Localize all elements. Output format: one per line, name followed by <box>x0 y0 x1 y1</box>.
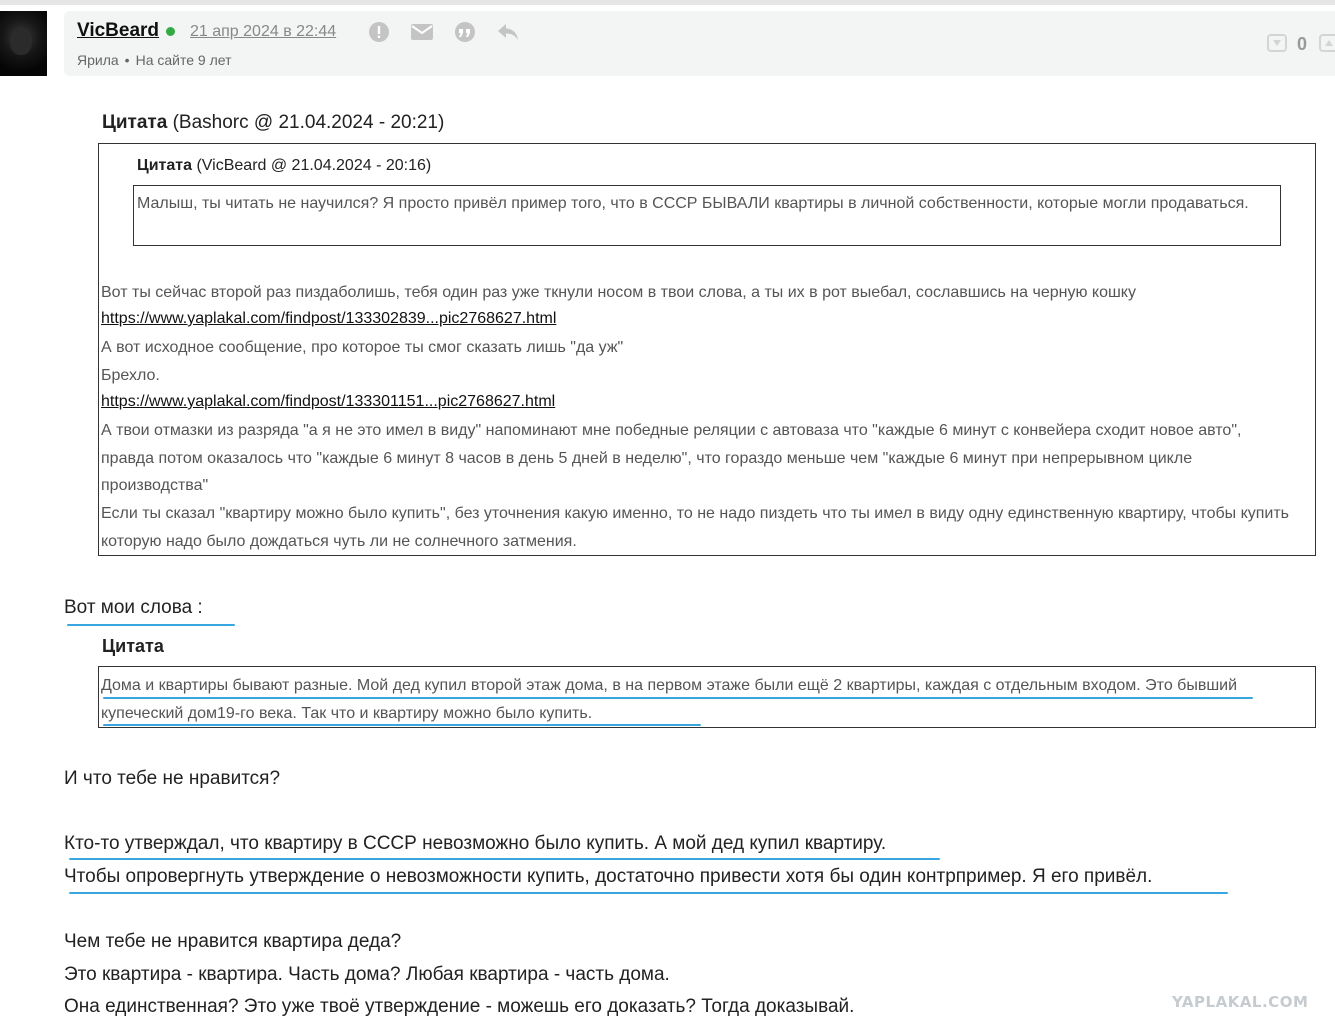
post-header <box>64 11 1335 76</box>
outer-quote-header: Цитата (Bashorc @ 21.04.2024 - 20:21) <box>102 112 444 134</box>
highlight-underline <box>67 624 235 626</box>
highlight-underline <box>69 892 1228 894</box>
quote-line-1: Вот ты сейчас второй раз пиздаболишь, те… <box>101 284 1136 301</box>
user-tenure: На сайте 9 лет <box>135 52 232 68</box>
body-line-4: Это квартира - квартира. Часть дома? Люб… <box>64 964 670 985</box>
rate-up-icon[interactable] <box>1319 34 1335 52</box>
inner-quote-label: Цитата <box>137 157 192 174</box>
quote2-text: Дома и квартиры бывают разные. Мой дед к… <box>101 677 1238 722</box>
quote2-label: Цитата <box>102 636 164 656</box>
quote-icon[interactable] <box>453 21 477 43</box>
username-link[interactable]: VicBeard <box>77 20 159 42</box>
quote-line-2: А вот исходное сообщение, про которое ты… <box>101 339 624 356</box>
highlight-underline <box>103 724 701 726</box>
user-rank: Ярила <box>77 52 119 68</box>
meta-separator: • <box>124 52 130 68</box>
report-icon[interactable] <box>367 21 391 43</box>
inner-quote-text: Малыш, ты читать не научился? Я просто п… <box>137 195 1249 212</box>
message-icon[interactable] <box>410 21 434 43</box>
findpost-link-2[interactable]: https://www.yaplakal.com/findpost/133301… <box>101 393 555 411</box>
top-divider <box>0 0 1335 5</box>
question-line: И что тебе не нравится? <box>64 768 281 789</box>
body-line-3: Чем тебе не нравится квартира деда? <box>64 931 402 952</box>
findpost-link-1[interactable]: https://www.yaplakal.com/findpost/133302… <box>101 310 556 328</box>
quote2-header: Цитата <box>102 636 164 657</box>
site-watermark: YAPLAKAL.COM <box>1172 993 1309 1011</box>
outer-quote-label: Цитата <box>102 112 168 133</box>
reply-icon[interactable] <box>496 21 520 43</box>
user-meta: Ярила • На сайте 9 лет <box>77 52 231 68</box>
my-words-heading: Вот мои слова : <box>64 597 203 618</box>
online-indicator <box>166 27 175 36</box>
outer-quote-source: (Bashorc @ 21.04.2024 - 20:21) <box>172 112 445 133</box>
quote-paragraph-1: А твои отмазки из разряда "а я не это им… <box>101 422 1242 494</box>
rating-value: 0 <box>1297 34 1308 54</box>
quote-line-3: Брехло. <box>101 367 160 384</box>
highlight-underline <box>103 697 1253 699</box>
inner-quote-source: (VicBeard @ 21.04.2024 - 20:16) <box>196 157 432 174</box>
quote-paragraph-2: Если ты сказал "квартиру можно было купи… <box>101 505 1290 550</box>
avatar[interactable] <box>0 11 47 76</box>
body-line-2: Чтобы опровергнуть утверждение о невозмо… <box>64 866 1153 887</box>
body-line-1: Кто-то утверждал, что квартиру в СССР не… <box>64 833 887 854</box>
body-line-5: Она единственная? Это уже твоё утвержден… <box>64 996 855 1017</box>
post-date-link[interactable]: 21 апр 2024 в 22:44 <box>190 23 336 41</box>
avatar-face <box>10 27 32 55</box>
rate-down-icon[interactable] <box>1267 34 1287 52</box>
highlight-underline <box>69 858 940 860</box>
inner-quote-header: Цитата (VicBeard @ 21.04.2024 - 20:16) <box>137 157 431 175</box>
